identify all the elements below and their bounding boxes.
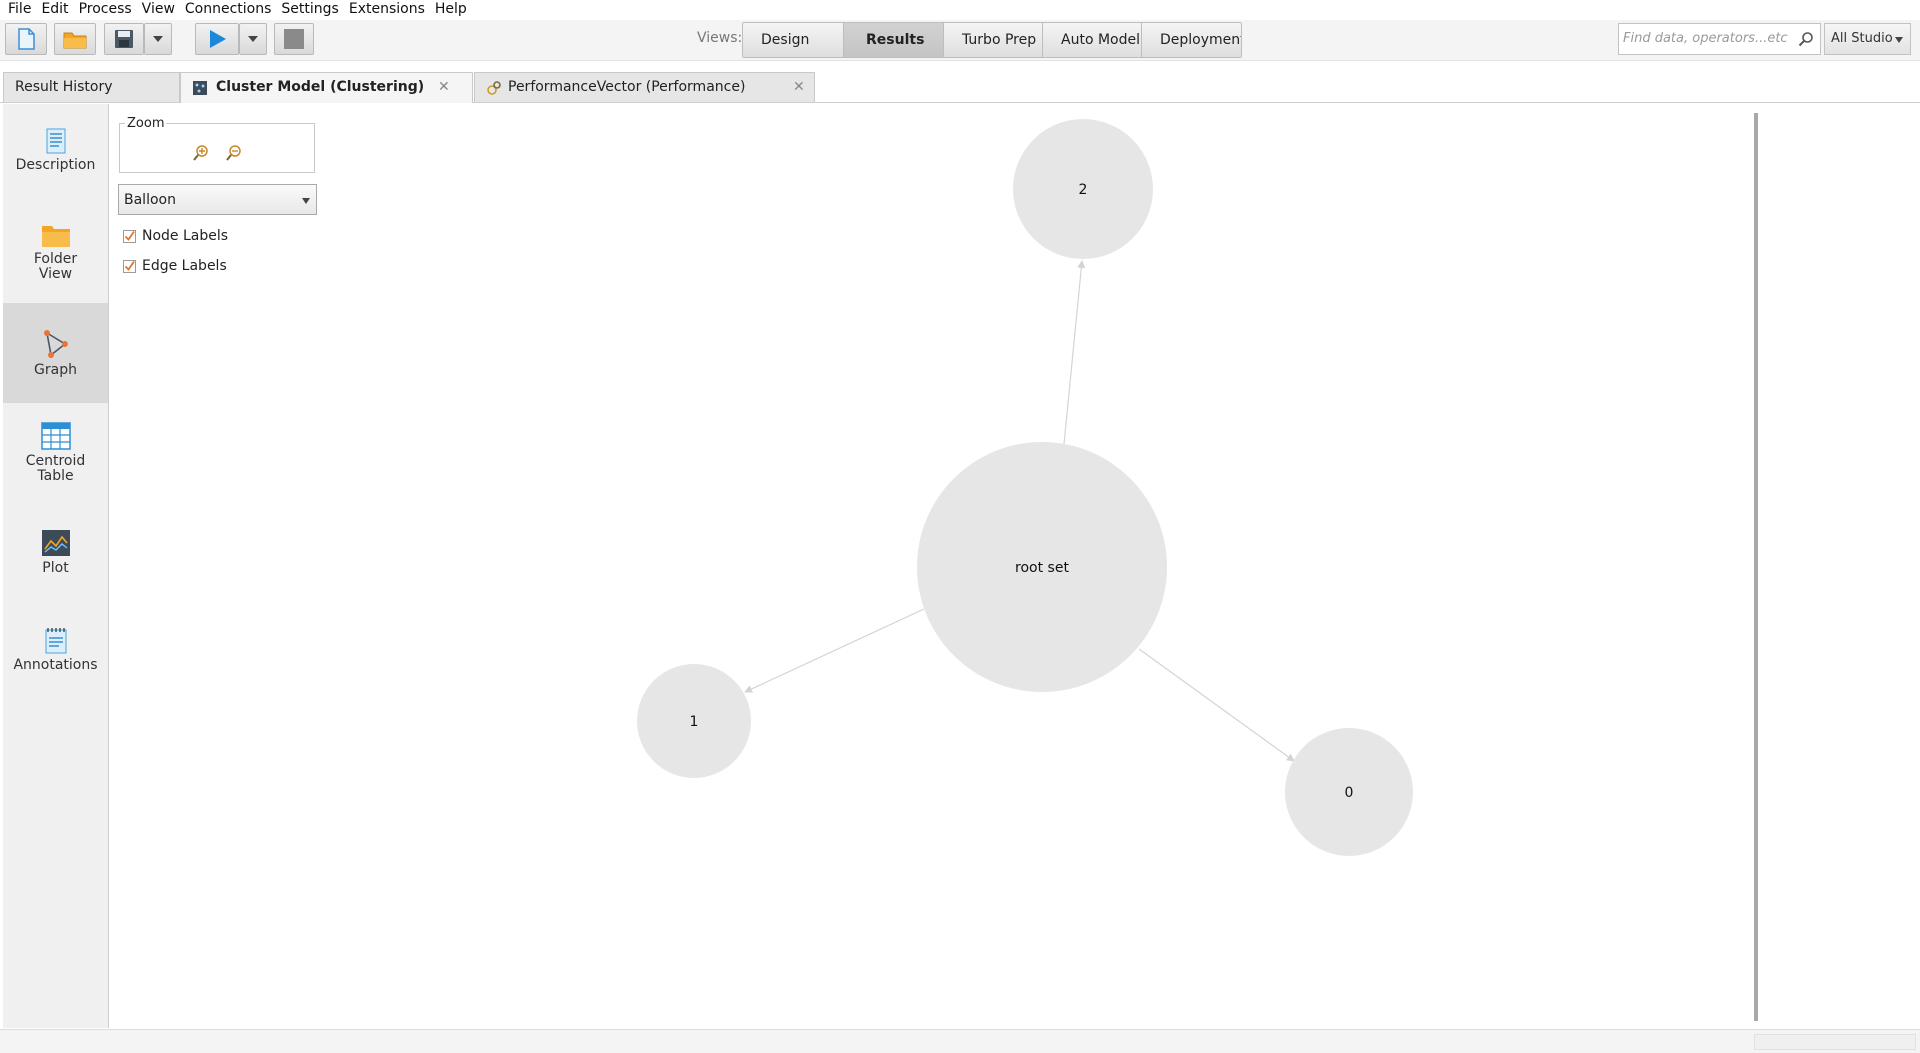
status-progress-area	[1754, 1034, 1916, 1050]
close-icon[interactable]: ✕	[438, 79, 450, 95]
stop-process-button[interactable]	[274, 23, 314, 55]
search-icon[interactable]	[1798, 31, 1814, 47]
node-labels-checkbox[interactable]: Node Labels	[123, 228, 228, 244]
views-switcher: Design Results Turbo Prep Auto Model Dep…	[742, 22, 1242, 58]
save-button[interactable]	[104, 23, 144, 55]
view-auto-model-button[interactable]: Auto Model	[1043, 23, 1142, 57]
application-window: File Edit Process View Connections Setti…	[0, 0, 1920, 1053]
tab-label: PerformanceVector (Performance)	[508, 79, 746, 95]
search-placeholder: Find data, operators...etc	[1623, 31, 1788, 46]
graph-node-label: root set	[1015, 560, 1069, 576]
menu-bar: File Edit Process View Connections Setti…	[0, 0, 1920, 18]
open-process-button[interactable]	[54, 23, 96, 55]
tab-result-history[interactable]: Result History	[3, 72, 180, 102]
chevron-down-icon	[153, 36, 163, 42]
sidebar-item-folder-view[interactable]: Folder View	[3, 222, 108, 302]
checkmark-icon	[124, 230, 135, 241]
search-scope-dropdown[interactable]: All Studio	[1824, 23, 1911, 55]
checkbox-label: Node Labels	[142, 228, 229, 244]
open-folder-icon	[63, 32, 87, 49]
graph-edge-root-to-1	[744, 608, 925, 693]
annotations-icon	[45, 628, 66, 654]
zoom-in-icon[interactable]	[192, 144, 210, 162]
chevron-down-icon	[302, 198, 310, 204]
menu-settings[interactable]: Settings	[281, 0, 338, 18]
layout-selector-dropdown[interactable]: Balloon	[118, 184, 317, 215]
tab-label: Cluster Model (Clustering)	[216, 79, 425, 95]
menu-view[interactable]: View	[142, 0, 175, 18]
performance-icon	[487, 81, 501, 95]
run-dropdown-button[interactable]	[239, 23, 267, 55]
graph-edge-root-to-2	[1063, 260, 1086, 445]
views-label: Views:	[697, 30, 743, 46]
graph-icon	[43, 330, 68, 358]
run-process-button[interactable]	[195, 23, 239, 55]
sidebar-item-centroid-table[interactable]: Centroid Table	[3, 422, 108, 502]
graph-node-label: 2	[1079, 182, 1088, 198]
view-design-button[interactable]: Design	[743, 23, 844, 57]
save-disk-icon	[115, 30, 133, 48]
sidebar-item-description[interactable]: Description	[3, 128, 108, 198]
zoom-out-icon[interactable]	[225, 144, 243, 162]
search-scope-value: All Studio	[1831, 31, 1893, 46]
tab-label: Result History	[15, 79, 113, 95]
zoom-title: Zoom	[125, 116, 167, 131]
result-view-sidebar: Description Folder View Graph Centroid T…	[3, 104, 109, 1028]
edge-labels-checkbox[interactable]: Edge Labels	[123, 258, 227, 274]
menu-connections[interactable]: Connections	[185, 0, 272, 18]
sidebar-item-annotations[interactable]: Annotations	[3, 626, 108, 686]
chevron-down-icon	[248, 36, 258, 42]
sidebar-item-graph[interactable]: Graph	[3, 303, 108, 403]
save-dropdown-button[interactable]	[144, 23, 172, 55]
chevron-down-icon	[1895, 37, 1903, 43]
checkbox-label: Edge Labels	[142, 258, 227, 274]
new-document-icon	[18, 28, 35, 50]
tab-cluster-model[interactable]: Cluster Model (Clustering) ✕	[180, 72, 473, 103]
layout-selected-value: Balloon	[124, 192, 176, 208]
view-deployments-button[interactable]: Deployments	[1142, 23, 1241, 57]
plot-icon	[41, 530, 70, 556]
play-icon	[210, 30, 226, 48]
graph-node-label: 1	[690, 714, 699, 730]
toolbar: Views: Design Results Turbo Prep Auto Mo…	[0, 20, 1920, 61]
cluster-graph-canvas[interactable]: root set 2 1 0	[109, 104, 1749, 1024]
panel-splitter[interactable]	[1754, 113, 1758, 1021]
graph-node-label: 0	[1345, 785, 1354, 801]
new-process-button[interactable]	[5, 23, 47, 55]
description-icon	[46, 128, 65, 154]
status-bar	[0, 1029, 1920, 1053]
checkbox-box[interactable]	[123, 259, 136, 273]
table-icon	[40, 422, 71, 450]
folder-icon	[41, 226, 70, 247]
checkbox-box[interactable]	[123, 229, 136, 243]
results-tab-bar: Result History Cluster Model (Clustering…	[0, 72, 1920, 103]
view-results-button[interactable]: Results	[844, 23, 944, 57]
sidebar-item-plot[interactable]: Plot	[3, 529, 108, 589]
stop-icon	[284, 29, 304, 49]
close-icon[interactable]: ✕	[793, 79, 805, 95]
menu-extensions[interactable]: Extensions	[349, 0, 425, 18]
menu-edit[interactable]: Edit	[41, 0, 68, 18]
tab-performance-vector[interactable]: PerformanceVector (Performance) ✕	[474, 72, 815, 102]
graph-view-panel: root set 2 1 0 Zoom Balloon Node Labels …	[109, 104, 1920, 1028]
graph-edge-root-to-0	[1138, 648, 1295, 762]
menu-process[interactable]: Process	[79, 0, 132, 18]
menu-file[interactable]: File	[8, 0, 31, 18]
cluster-model-icon	[193, 81, 207, 95]
checkmark-icon	[124, 260, 135, 271]
global-search-input[interactable]: Find data, operators...etc	[1618, 23, 1821, 55]
menu-help[interactable]: Help	[435, 0, 467, 18]
view-turbo-prep-button[interactable]: Turbo Prep	[944, 23, 1043, 57]
